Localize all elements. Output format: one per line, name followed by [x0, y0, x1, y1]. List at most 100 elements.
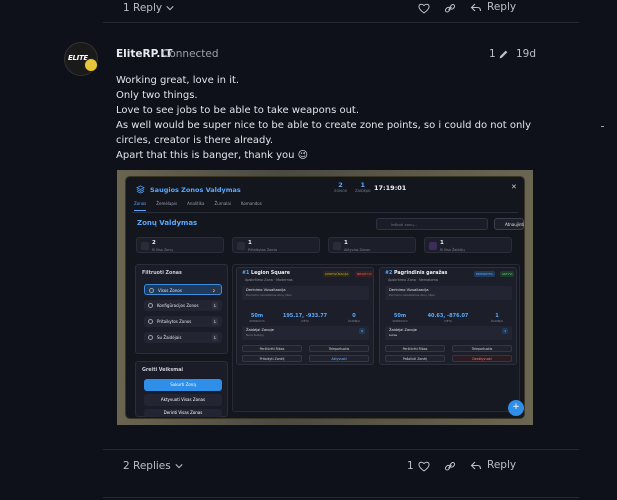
reply-button-bottom[interactable]: Reply [470, 459, 516, 471]
post-line: Working great, love in it. [116, 75, 240, 86]
chevron-down-icon [175, 464, 183, 469]
zone-stat: 50m SPINDULYS [385, 313, 415, 323]
teleport-button[interactable]: Teleportuotis [452, 345, 512, 352]
filter-with-players[interactable]: Su Žaidėjais 1 [144, 332, 222, 343]
pencil-icon[interactable] [498, 49, 509, 60]
player-name[interactable]: Lukas [389, 333, 397, 337]
tab-map[interactable]: Žemėlapis [156, 201, 177, 211]
quick-actions-heading: Greiti Veiksmai [142, 368, 184, 373]
deactivate-button[interactable]: Deaktyvuoti [452, 355, 512, 362]
search-input[interactable]: Ieškoti zonų... [376, 218, 488, 230]
post-line: As well would be super nice to be able t… [116, 120, 531, 146]
refresh-button[interactable]: Atnaujinti [494, 218, 524, 230]
summary-value: 1 [344, 240, 348, 246]
post-divider-bottom [103, 449, 579, 450]
players-box: Žaidėjai Zonoje Lukas 1 [385, 326, 512, 340]
replies-toggle-top[interactable]: 1 Reply [123, 2, 174, 14]
reply-arrow-icon [470, 461, 482, 469]
replies-toggle-bottom[interactable]: 2 Replies [123, 460, 183, 472]
zone-stat: 50m SPINDULYS [242, 313, 272, 323]
post-line: Apart that this is banger, thank you 😉 [116, 150, 309, 161]
edit-count[interactable]: 1 [489, 48, 496, 60]
filter-label: Konfigūracijos Zonos [157, 303, 199, 308]
reply-button-top[interactable]: Reply [470, 1, 516, 13]
zone-stat: 1 ŽAIDĖJAI [482, 313, 512, 323]
stat-key: SPINDULYS [392, 319, 408, 323]
stat-zones-value: 2 [338, 181, 343, 189]
close-icon[interactable]: ✕ [511, 183, 517, 191]
players-count: 1 [502, 328, 508, 334]
users-icon [148, 335, 153, 340]
zone-id: #1 [242, 271, 250, 276]
margin-marker [601, 126, 604, 127]
zone-name: Legion Square [251, 271, 290, 276]
filter-config-zones[interactable]: Konfigūracijos Zonos 1 [144, 300, 222, 311]
activate-button[interactable]: Aktyvuoti [309, 355, 369, 362]
link-icon[interactable] [444, 461, 456, 472]
section-title: Zonų Valdymas [137, 219, 198, 227]
zone-tag: NEAKTYVI [355, 271, 374, 277]
summary-value: 2 [152, 240, 156, 246]
players-count: 0 [359, 328, 365, 334]
create-zone-button[interactable]: Sukurti Zoną [144, 379, 222, 391]
zone-tag: AKTYVI [500, 271, 515, 277]
players-empty: Nėra žaidėjų [246, 333, 264, 337]
tab-logs[interactable]: Žurnalai [214, 201, 231, 211]
embedded-screenshot[interactable]: Saugios Zonos Valdymas 2 ZONOS 1 ŽAIDĖJA… [117, 170, 533, 425]
filter-sidebar: Filtruoti Zonas Visos Zonos 2 Konfigūrac… [135, 264, 228, 354]
settings-icon [148, 303, 153, 308]
zone-title: #1 Legion Square [242, 271, 290, 276]
add-zone-fab[interactable]: + [508, 400, 524, 416]
stat-zones: 2 ZONOS [334, 181, 347, 193]
post-line: Love to see jobs to be able to take weap… [116, 105, 360, 116]
debug-subtitle: Derinimo nematomas zonų ribos [246, 293, 292, 297]
disable-all-button[interactable]: Derinti Visas Zonas [144, 409, 222, 417]
chevron-down-icon [166, 6, 174, 11]
summary-card: 1 Pritaikytos Zonos [232, 237, 320, 253]
stat-key: VIETA [301, 319, 309, 323]
post-divider-end [103, 497, 579, 498]
summary-label: Pritaikytos Zonos [248, 248, 278, 252]
circle-icon [149, 288, 154, 293]
debug-title: Derinimo Vizualizacija [246, 288, 286, 292]
apply-zone-button[interactable]: Pritaikyti Zonėlį [242, 355, 302, 362]
view-bounds-button[interactable]: Peržiūrėti Ribas [242, 345, 302, 352]
tab-zones[interactable]: Zonos [134, 201, 147, 211]
summary-label: Iš Viso Žaidėjų [440, 248, 465, 252]
teleport-button[interactable]: Teleportuotis [309, 345, 369, 352]
debug-visualization[interactable]: Derinimo Vizualizacija Derinimo nematoma… [385, 286, 512, 300]
activate-all-button[interactable]: Aktyvuoti Visas Zonas [144, 394, 222, 406]
heart-icon[interactable] [418, 461, 430, 472]
zone-stat: 0 ŽAIDĖJAI [339, 313, 369, 323]
zone-stat: 40.63, -876.07 VIETA [423, 313, 473, 323]
link-icon[interactable] [444, 3, 456, 14]
post-body: Working great, love in it. Only two thin… [116, 73, 556, 163]
view-bounds-button[interactable]: Peržiūrėti Ribas [385, 345, 445, 352]
filter-applied-zones[interactable]: Pritaikytos Zonos 1 [144, 316, 222, 327]
zone-card[interactable]: #1 Legion Square Apskritimo Zona · Moder… [236, 267, 374, 365]
summary-card: 1 Aktyvios Zonos [328, 237, 416, 253]
debug-subtitle: Derinimo nematomas zonų ribos [389, 293, 435, 297]
summary-label: Iš Viso Zonų [152, 248, 173, 252]
user-status: Connected [162, 48, 219, 60]
summary-value: 1 [248, 240, 252, 246]
zone-list: #1 Legion Square Apskritimo Zona · Moder… [232, 264, 520, 412]
tab-analytics[interactable]: Analitika [187, 201, 204, 211]
debug-visualization[interactable]: Derinimo Vizualizacija Derinimo nematoma… [242, 286, 369, 300]
stat-players-value: 1 [360, 181, 366, 189]
replies-toggle-label: 2 Replies [123, 460, 171, 472]
check-circle-icon [148, 319, 153, 324]
clock: 17:19:01 [374, 184, 407, 192]
filter-all-zones[interactable]: Visos Zonos 2 [144, 284, 222, 295]
post-date[interactable]: 19d [516, 48, 536, 60]
remove-zone-button[interactable]: Pašalinti Zonėlį [385, 355, 445, 362]
replies-toggle-label: 1 Reply [123, 2, 163, 14]
tab-commands[interactable]: Komandos [241, 201, 262, 211]
summary-card: 1 Iš Viso Žaidėjų [424, 237, 512, 253]
post-line: Only two things. [116, 90, 198, 101]
heart-icon[interactable] [418, 3, 430, 14]
zone-card[interactable]: #2 Pagrindinis garažas Apskritimo Zona ·… [379, 267, 517, 365]
stat-zones-label: ZONOS [334, 189, 348, 193]
stat-players: 1 ŽAIDĖJAI [355, 181, 371, 193]
zones-icon [141, 242, 149, 250]
